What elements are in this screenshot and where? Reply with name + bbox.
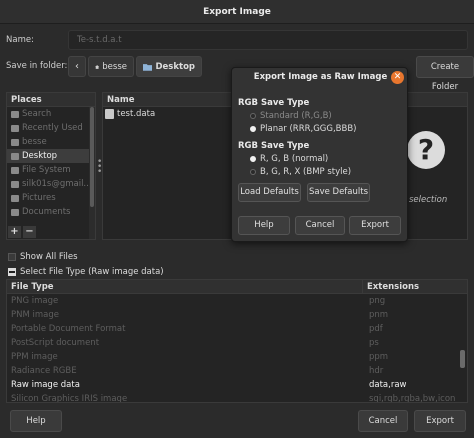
table-row[interactable]: Portable Document Format pdf xyxy=(7,322,467,336)
clock-icon xyxy=(11,124,19,132)
cancel-button[interactable]: Cancel xyxy=(358,410,408,432)
radio-rgb[interactable]: R, G, B (normal) xyxy=(250,154,328,164)
breadcrumb-desktop-label: Desktop xyxy=(155,61,195,72)
show-all-checkbox[interactable] xyxy=(8,253,16,261)
name-input[interactable]: Te-s.t.d.a.t xyxy=(68,30,468,50)
show-all-label: Show All Files xyxy=(20,252,78,262)
places-buttons: + − xyxy=(8,226,36,238)
places-item-recent[interactable]: Recently Used xyxy=(7,121,95,135)
table-row[interactable]: PPM image ppm xyxy=(7,350,467,364)
back-button[interactable]: ‹ xyxy=(68,56,86,77)
radio-bgrx-label: B, G, R, X (BMP style) xyxy=(260,167,352,177)
raw-dialog-title: Export Image as Raw Image xyxy=(253,72,388,82)
titlebar: Export Image xyxy=(0,0,474,24)
raw-export-button[interactable]: Export xyxy=(349,216,401,235)
table-row[interactable]: PNM image pnm xyxy=(7,308,467,322)
close-icon[interactable]: ✕ xyxy=(391,71,404,84)
radio-bgrx-button[interactable] xyxy=(250,169,256,175)
show-all-files[interactable]: Show All Files xyxy=(8,252,78,262)
radio-planar[interactable]: Planar (RRR,GGG,BBB) xyxy=(250,124,357,134)
home-icon xyxy=(11,138,19,146)
folder-icon xyxy=(11,208,19,216)
save-type-heading: RGB Save Type xyxy=(238,98,310,108)
places-item-pictures[interactable]: Pictures xyxy=(7,191,95,205)
radio-standard-label: Standard (R,G,B) xyxy=(260,111,332,121)
file-item[interactable]: test.data xyxy=(105,109,155,119)
filetype-scroll-thumb[interactable] xyxy=(460,350,465,368)
window-title: Export Image xyxy=(203,6,271,17)
places-item-documents[interactable]: Documents xyxy=(7,205,95,219)
select-file-type-expander[interactable]: Select File Type (Raw image data) xyxy=(8,267,164,277)
breadcrumb-desktop[interactable]: Desktop xyxy=(136,56,202,77)
file-item-label: test.data xyxy=(117,109,156,119)
folder-icon xyxy=(143,63,153,71)
table-row[interactable]: PNG image png xyxy=(7,294,467,308)
home-icon xyxy=(95,64,100,69)
table-row[interactable]: Radiance RGBE hdr xyxy=(7,364,467,378)
filetype-header: File Type Extensions xyxy=(7,280,467,294)
name-label: Name: xyxy=(6,35,34,45)
places-panel: Places Search Recently Used besse Deskto… xyxy=(6,92,96,240)
raw-cancel-button[interactable]: Cancel xyxy=(295,216,345,235)
places-header[interactable]: Places xyxy=(7,93,95,107)
places-item-network[interactable]: silk01s@gmail... xyxy=(7,177,95,191)
folder-icon xyxy=(11,152,19,160)
breadcrumb-home[interactable]: besse xyxy=(88,56,134,77)
places-item-search[interactable]: Search xyxy=(7,107,95,121)
places-item-filesystem[interactable]: File System xyxy=(7,163,95,177)
radio-standard[interactable]: Standard (R,G,B) xyxy=(250,111,332,121)
network-icon xyxy=(11,180,19,188)
collapse-icon xyxy=(8,268,16,276)
table-row-selected[interactable]: Raw image data data,raw xyxy=(7,378,467,392)
radio-planar-label: Planar (RRR,GGG,BBB) xyxy=(260,124,357,134)
help-button[interactable]: Help xyxy=(10,410,62,432)
preview-label: selection xyxy=(409,195,448,205)
add-place-button[interactable]: + xyxy=(8,226,21,238)
export-button[interactable]: Export xyxy=(414,410,466,432)
table-row[interactable]: Silicon Graphics IRIS image sgi,rgb,rgba,… xyxy=(7,392,467,402)
drive-icon xyxy=(11,166,19,174)
filetype-col-header[interactable]: File Type xyxy=(7,280,363,293)
places-scroll-thumb[interactable] xyxy=(90,107,94,207)
extensions-col-header[interactable]: Extensions xyxy=(363,280,419,293)
filetype-scrollbar[interactable] xyxy=(460,296,465,400)
places-item-desktop[interactable]: Desktop xyxy=(7,149,95,163)
create-folder-button[interactable]: Create Folder xyxy=(416,56,474,92)
radio-bgrx[interactable]: B, G, R, X (BMP style) xyxy=(250,167,351,177)
radio-planar-button[interactable] xyxy=(250,126,256,132)
name-row: Name: Te-s.t.d.a.t xyxy=(6,30,468,50)
folder-icon xyxy=(11,194,19,202)
breadcrumb-home-label: besse xyxy=(102,61,127,72)
order-heading: RGB Save Type xyxy=(238,141,310,151)
places-scrollbar[interactable] xyxy=(89,107,95,239)
search-icon xyxy=(11,110,19,118)
radio-standard-button[interactable] xyxy=(250,113,256,119)
radio-rgb-label: R, G, B (normal) xyxy=(260,154,329,164)
radio-rgb-button[interactable] xyxy=(250,156,256,162)
places-item-home[interactable]: besse xyxy=(7,135,95,149)
raw-export-dialog: Export Image as Raw Image ✕ RGB Save Typ… xyxy=(231,67,408,242)
folder-label: Save in folder: xyxy=(6,61,68,71)
raw-help-button[interactable]: Help xyxy=(238,216,290,235)
select-file-type-label: Select File Type (Raw image data) xyxy=(20,267,164,277)
question-icon: ? xyxy=(407,131,445,169)
file-icon xyxy=(105,109,114,119)
filetype-table: File Type Extensions PNG image png PNM im… xyxy=(6,279,468,403)
save-defaults-button[interactable]: Save Defaults xyxy=(307,183,370,202)
load-defaults-button[interactable]: Load Defaults xyxy=(238,183,301,202)
remove-place-button[interactable]: − xyxy=(23,226,36,238)
table-row[interactable]: PostScript document ps xyxy=(7,336,467,350)
